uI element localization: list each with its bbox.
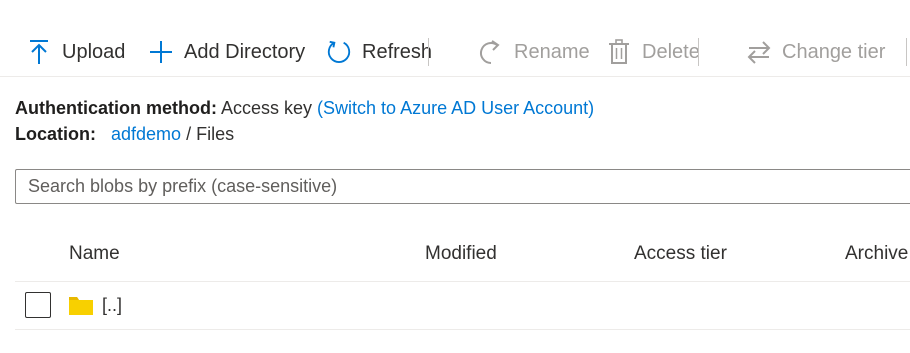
column-header-name[interactable]: Name — [69, 243, 120, 265]
location-row: Location: adfdemo / Files — [15, 122, 234, 146]
storage-explorer-page: Upload Add Directory Refresh Rename Dele… — [0, 0, 910, 353]
upload-label: Upload — [62, 40, 126, 63]
search-input[interactable] — [15, 169, 910, 204]
location-separator: / — [186, 124, 192, 144]
delete-label: Delete — [642, 40, 700, 63]
location-container-link[interactable]: adfdemo — [111, 124, 181, 144]
auth-method-label: Authentication method: — [15, 98, 217, 118]
toolbar-divider — [906, 38, 907, 66]
upload-button[interactable]: Upload — [26, 32, 125, 72]
row-name[interactable]: [..] — [102, 295, 122, 316]
toolbar-divider — [698, 38, 699, 66]
toolbar-divider — [428, 38, 429, 66]
rename-button[interactable]: Rename — [478, 32, 590, 72]
delete-button[interactable]: Delete — [606, 32, 700, 72]
refresh-icon — [326, 38, 352, 66]
column-header-modified[interactable]: Modified — [425, 243, 497, 265]
add-directory-button[interactable]: Add Directory — [148, 32, 305, 72]
delete-icon — [606, 38, 632, 66]
row-checkbox[interactable] — [25, 292, 51, 318]
refresh-label: Refresh — [362, 40, 433, 63]
rename-icon — [478, 38, 504, 66]
authentication-row: Authentication method: Access key (Switc… — [15, 96, 594, 120]
change-tier-icon — [746, 38, 772, 66]
switch-auth-link[interactable]: (Switch to Azure AD User Account) — [317, 98, 594, 118]
refresh-button[interactable]: Refresh — [326, 32, 432, 72]
location-label: Location: — [15, 124, 96, 144]
auth-method-value: Access key — [221, 98, 313, 118]
rename-label: Rename — [514, 40, 590, 63]
location-path: Files — [196, 124, 235, 144]
add-directory-label: Add Directory — [184, 40, 306, 63]
change-tier-button[interactable]: Change tier — [746, 32, 885, 72]
plus-icon — [148, 38, 174, 66]
change-tier-label: Change tier — [782, 40, 886, 63]
folder-icon — [68, 294, 94, 316]
table-header-divider — [15, 281, 910, 282]
table-row-divider — [15, 329, 910, 330]
column-header-access-tier[interactable]: Access tier — [634, 243, 727, 265]
upload-icon — [26, 38, 52, 66]
column-header-archive[interactable]: Archive — [845, 243, 908, 265]
toolbar: Upload Add Directory Refresh Rename Dele… — [0, 28, 910, 77]
